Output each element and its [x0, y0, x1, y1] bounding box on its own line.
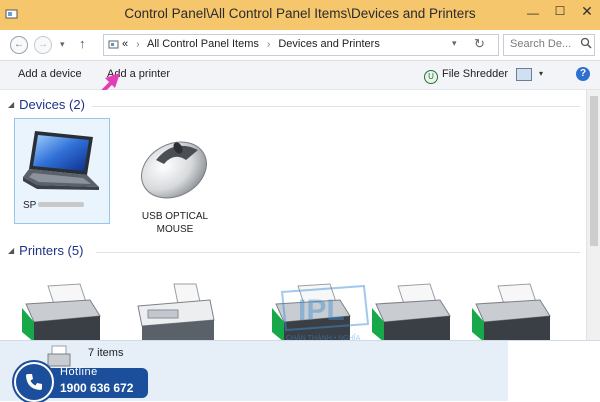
maximize-button[interactable]: ☐	[548, 0, 572, 22]
device-tile-laptop[interactable]: SP	[14, 118, 110, 224]
recent-locations-dropdown[interactable]: ▾	[60, 39, 65, 50]
redacted-name	[38, 202, 85, 207]
search-placeholder: Search De...	[510, 38, 572, 50]
device-label-prefix: SP	[23, 200, 37, 211]
printers-group-header[interactable]: ◢ Printers (5)	[8, 243, 83, 258]
breadcrumb-separator: ›	[266, 39, 271, 50]
devices-group-header[interactable]: ◢ Devices (2)	[8, 97, 85, 112]
printer-icon[interactable]	[470, 282, 554, 342]
phone-icon	[26, 374, 42, 390]
title-bar: Control Panel\All Control Panel Items\De…	[0, 0, 600, 31]
overflow-chevron[interactable]: «	[122, 38, 128, 50]
add-device-button[interactable]: Add a device	[18, 68, 82, 80]
address-dropdown[interactable]: ▾	[452, 38, 457, 49]
change-view-icon[interactable]	[516, 68, 532, 81]
watermark-logo: IPL CHÂN THÀNH • NGHĨA	[280, 284, 370, 342]
hotline-number[interactable]: 1900 636 672	[60, 381, 133, 395]
breadcrumb-devices-and-printers[interactable]: Devices and Printers	[278, 38, 380, 50]
svg-text:IPL: IPL	[298, 294, 345, 327]
breadcrumb-separator: ›	[136, 39, 140, 50]
printers-group-label: Printers (5)	[19, 243, 84, 258]
help-button[interactable]: ?	[576, 67, 590, 81]
search-icon[interactable]	[580, 37, 592, 49]
fax-printer-icon[interactable]	[134, 282, 218, 342]
close-button[interactable]: ✕	[574, 0, 600, 22]
path-box[interactable]: « › All Control Panel Items › Devices an…	[103, 34, 499, 56]
hotline-circle	[14, 362, 54, 402]
back-button[interactable]: ←	[10, 36, 28, 54]
device-label-mouse: USB OPTICAL MOUSE	[141, 211, 209, 235]
refresh-button[interactable]: ↻	[474, 36, 485, 52]
printer-icon[interactable]	[20, 282, 104, 342]
vertical-scrollbar[interactable]	[586, 90, 600, 340]
search-input[interactable]: Search De...	[503, 34, 595, 56]
file-shredder-label: File Shredder	[442, 68, 509, 80]
devices-group-label: Devices (2)	[19, 97, 85, 112]
device-label-laptop: SP	[23, 199, 103, 212]
up-button[interactable]: ↑	[79, 36, 86, 51]
hotline-badge[interactable]: Hotline 1900 636 672	[14, 362, 148, 402]
laptop-icon	[23, 131, 99, 190]
item-count: 7 items	[88, 347, 124, 359]
mouse-icon	[141, 141, 207, 199]
file-shredder-button[interactable]: U File Shredder	[424, 68, 508, 84]
collapse-chevron-icon: ◢	[8, 246, 15, 255]
svg-text:CHÂN THÀNH • NGHĨA: CHÂN THÀNH • NGHĨA	[286, 333, 361, 342]
folder-icon	[108, 40, 119, 49]
view-dropdown[interactable]: ▾	[539, 69, 543, 78]
window-title: Control Panel\All Control Panel Items\De…	[124, 6, 476, 21]
breadcrumb: « › All Control Panel Items › Devices an…	[122, 38, 380, 50]
hotline-label: Hotline	[60, 366, 98, 378]
breadcrumb-all-items[interactable]: All Control Panel Items	[147, 38, 259, 50]
scrollbar-thumb[interactable]	[590, 96, 598, 246]
group-divider	[96, 252, 580, 253]
device-tile-mouse[interactable]: USB OPTICAL MOUSE	[128, 130, 222, 235]
address-bar: ← → ▾ ↑ « › All Control Panel Items › De…	[0, 30, 600, 61]
collapse-chevron-icon: ◢	[8, 100, 15, 109]
shredder-icon: U	[424, 70, 438, 84]
group-divider	[92, 106, 580, 107]
forward-button[interactable]: →	[34, 36, 52, 54]
minimize-button[interactable]: —	[520, 0, 546, 22]
details-pane-blank	[508, 341, 600, 401]
